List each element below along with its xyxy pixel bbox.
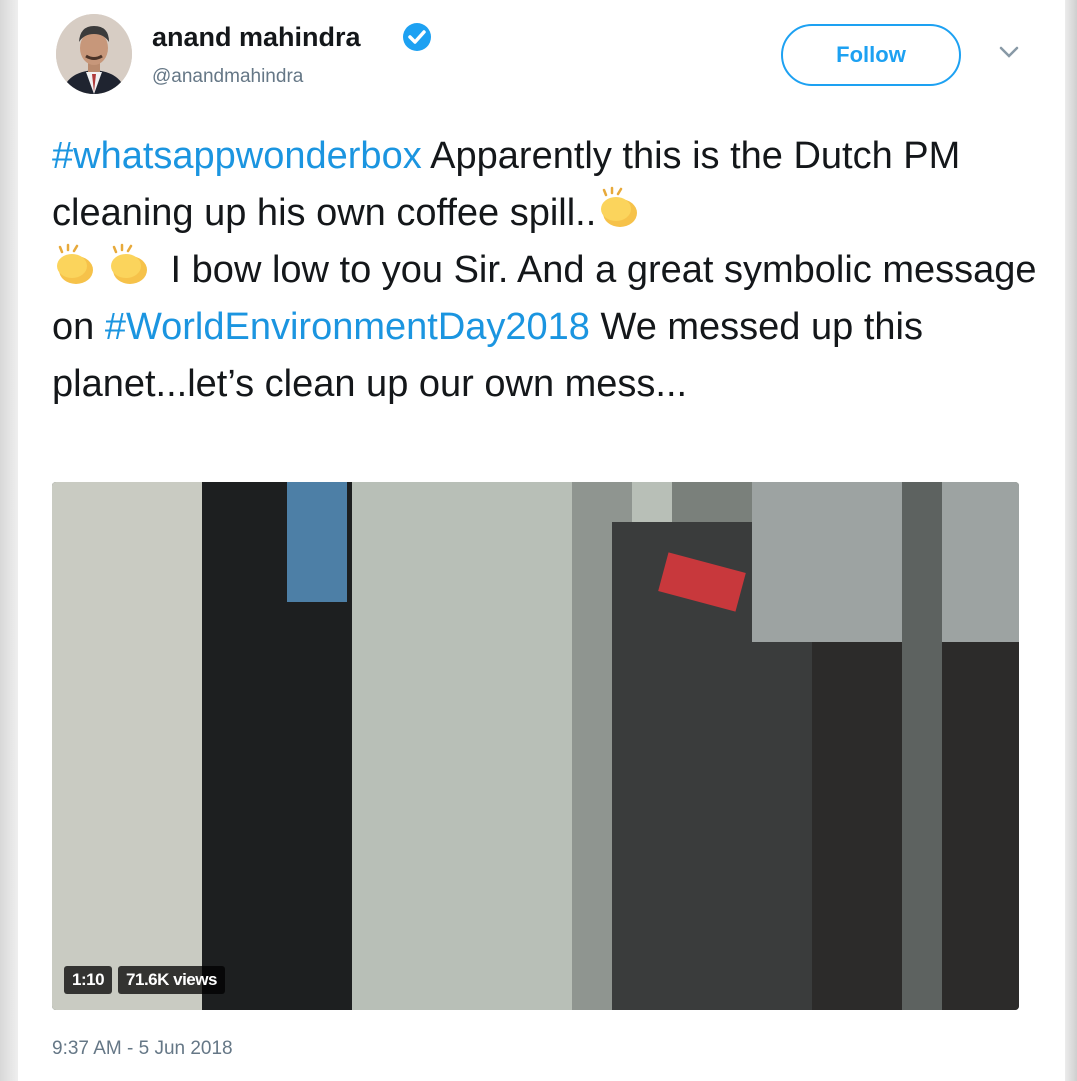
video-views: 71.6K views (118, 966, 225, 994)
clapping-hands-icon (106, 242, 154, 290)
background-edge-left (0, 0, 18, 1081)
hashtag-link[interactable]: #whatsappwonderbox (52, 135, 422, 177)
tweet-card: anand mahindra @anandmahindra Follow #wh… (18, 0, 1065, 1081)
clapping-hands-icon (596, 185, 644, 233)
video-badges: 1:10 71.6K views (64, 966, 225, 994)
tweet-text: #whatsappwonderbox Apparently this is th… (52, 128, 1047, 413)
video-player[interactable]: 1:10 71.6K views (52, 482, 1019, 1010)
video-duration: 1:10 (64, 966, 113, 994)
tweet-timestamp[interactable]: 9:37 AM - 5 Jun 2018 (52, 1038, 233, 1060)
author-handle[interactable]: @anandmahindra (152, 66, 303, 88)
author-name[interactable]: anand mahindra (152, 22, 361, 53)
verified-badge-icon (403, 23, 431, 51)
follow-button[interactable]: Follow (781, 24, 961, 86)
hashtag-link[interactable]: #WorldEnvironmentDay2018 (105, 306, 590, 348)
background-edge-right (1065, 0, 1077, 1081)
avatar[interactable] (56, 14, 132, 94)
chevron-down-icon[interactable] (998, 44, 1020, 60)
video-frame (52, 482, 1019, 1010)
avatar-image (56, 14, 132, 94)
clapping-hands-icon (52, 242, 100, 290)
